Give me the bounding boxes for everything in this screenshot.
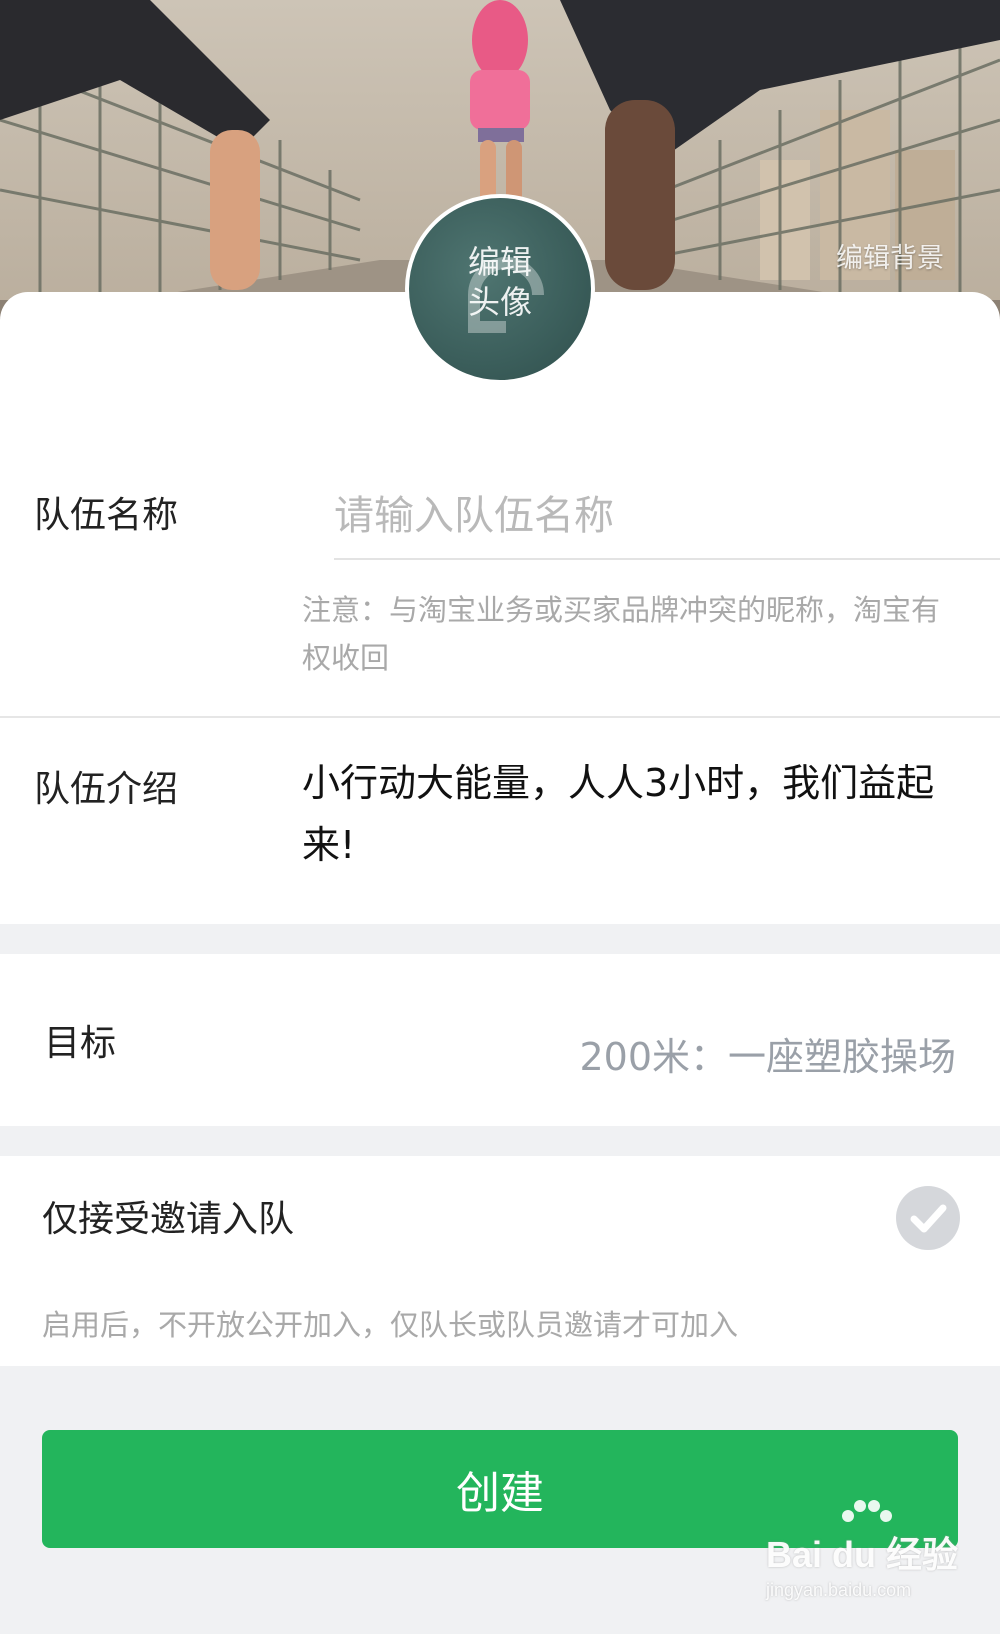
invite-only-hint: 启用后，不开放公开加入，仅队长或队员邀请才可加入 — [42, 1308, 739, 1342]
edit-background-link[interactable]: 编辑背景 — [836, 236, 944, 275]
team-name-notice: 注意：与淘宝业务或买家品牌冲突的昵称，淘宝有权收回 — [302, 593, 941, 675]
edit-avatar-line2: 头像 — [467, 283, 532, 321]
invite-only-toggle[interactable] — [896, 1186, 960, 1250]
checkmark-icon — [910, 1204, 947, 1233]
edit-avatar-line1: 编辑 — [467, 243, 532, 281]
baidu-watermark: Bai du 经验 jingyan.baidu.com — [766, 1500, 976, 1601]
edit-avatar-label: 编辑 头像 — [409, 242, 591, 322]
team-name-input[interactable] — [334, 474, 1000, 560]
goal-label: 目标 — [44, 1023, 117, 1064]
team-intro-label: 队伍介绍 — [34, 769, 179, 810]
team-name-label: 队伍名称 — [34, 495, 179, 536]
team-avatar[interactable]: 编辑 头像 — [405, 194, 595, 384]
invite-only-label: 仅接受邀请入队 — [42, 1199, 295, 1240]
watermark-url: jingyan.baidu.com — [766, 1580, 912, 1600]
goal-value[interactable]: 200米：一座塑胶操场 — [579, 1026, 956, 1081]
team-intro-text[interactable]: 小行动大能量，人人3小时，我们益起来! — [302, 752, 982, 876]
baidu-paw-icon — [842, 1500, 892, 1522]
divider — [0, 716, 1000, 718]
watermark-brand: Bai du 经验 — [766, 1534, 959, 1575]
